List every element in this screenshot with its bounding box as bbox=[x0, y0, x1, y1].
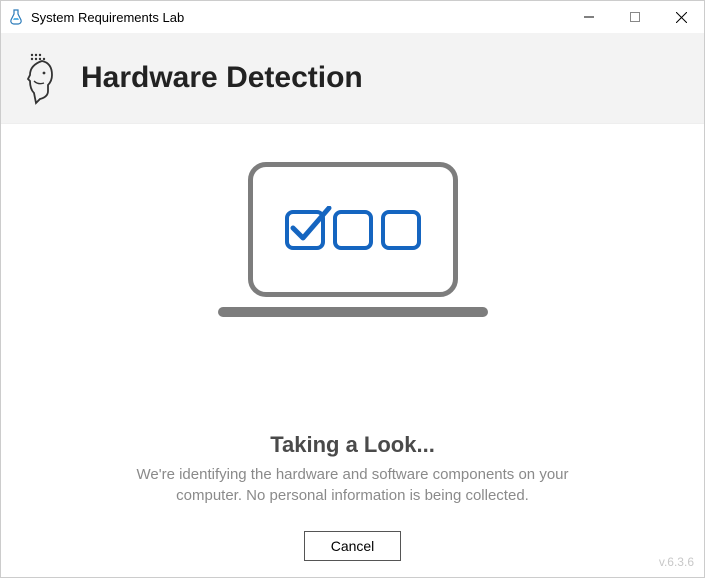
laptop-checklist-icon bbox=[208, 162, 498, 362]
checkbox-empty-icon bbox=[333, 210, 373, 250]
checkbox-checked-icon bbox=[285, 210, 325, 250]
window-controls bbox=[566, 1, 704, 33]
content-area: Taking a Look... We're identifying the h… bbox=[1, 124, 704, 519]
titlebar: System Requirements Lab bbox=[1, 1, 704, 33]
app-window: System Requirements Lab Hardware Detecti… bbox=[0, 0, 705, 578]
beaker-icon bbox=[7, 8, 25, 26]
close-button[interactable] bbox=[658, 1, 704, 33]
laptop-base bbox=[218, 307, 488, 317]
cancel-button[interactable]: Cancel bbox=[304, 531, 402, 561]
footer: Cancel v.6.3.6 bbox=[1, 519, 704, 577]
minimize-button[interactable] bbox=[566, 1, 612, 33]
face-silhouette-icon bbox=[1, 51, 81, 105]
page-header: Hardware Detection bbox=[1, 33, 704, 124]
status-description: We're identifying the hardware and softw… bbox=[108, 464, 598, 506]
checkbox-empty-icon bbox=[381, 210, 421, 250]
version-label: v.6.3.6 bbox=[659, 555, 694, 569]
status-heading: Taking a Look... bbox=[108, 432, 598, 458]
page-title: Hardware Detection bbox=[81, 61, 363, 95]
laptop-screen bbox=[248, 162, 458, 297]
window-title: System Requirements Lab bbox=[31, 10, 184, 25]
maximize-button[interactable] bbox=[612, 1, 658, 33]
status-block: Taking a Look... We're identifying the h… bbox=[108, 432, 598, 506]
